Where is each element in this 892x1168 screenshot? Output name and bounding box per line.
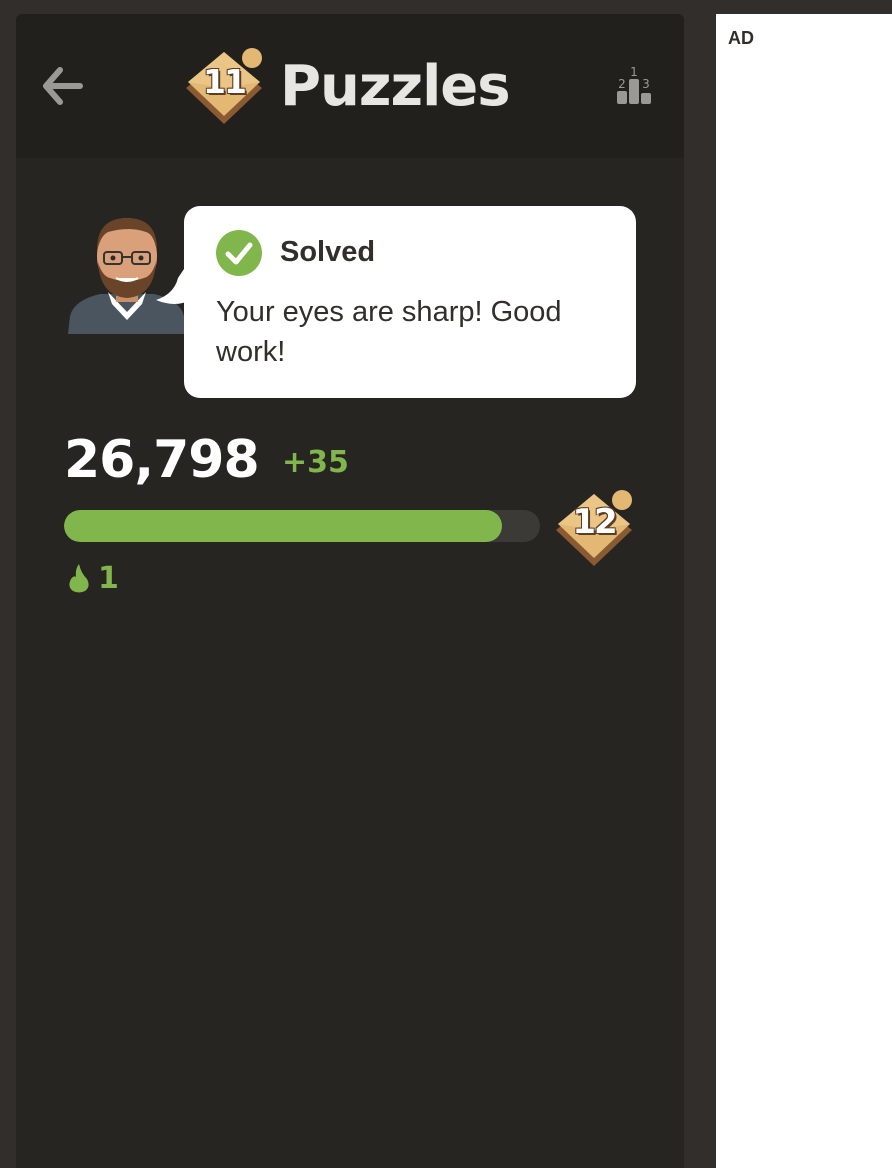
- flame-icon: [69, 564, 89, 593]
- next-level-number: 12: [572, 502, 617, 542]
- streak-count: 1: [98, 560, 119, 596]
- leaderboard-button[interactable]: 2 1 3: [614, 64, 656, 108]
- puzzles-header: 11 Puzzles 2 1 3: [16, 14, 684, 158]
- puzzles-panel: 11 Puzzles 2 1 3 Solved Your eyes are sh…: [16, 14, 684, 1168]
- rating-level-badge: 11: [182, 44, 266, 128]
- coach-message: Your eyes are sharp! Good work!: [216, 296, 562, 368]
- checkmark-circle-icon: [216, 230, 262, 276]
- puzzle-rating: 26,798: [64, 430, 260, 490]
- page-title: Puzzles: [280, 53, 511, 119]
- rating-change: +35: [282, 445, 349, 480]
- puzzle-status-label: Solved: [280, 236, 376, 268]
- podium-label-third: 3: [642, 77, 650, 91]
- podium-label-second: 2: [618, 77, 626, 91]
- arrow-left-icon: [43, 67, 83, 105]
- podium-label-first: 1: [630, 65, 638, 79]
- ad-label: AD: [728, 28, 754, 48]
- back-button[interactable]: [40, 64, 84, 108]
- page-title-group: 11 Puzzles: [182, 44, 511, 128]
- level-progress-fill: [64, 510, 502, 542]
- coach-speech-bubble: Solved Your eyes are sharp! Good work!: [184, 206, 636, 398]
- ad-slot[interactable]: AD: [716, 14, 892, 1168]
- podium-icon: 2 1 3: [617, 65, 651, 104]
- level-progress-bar: [64, 510, 540, 542]
- streak-counter: 1: [68, 560, 119, 596]
- rating-level-number: 11: [203, 62, 247, 101]
- next-level-badge: 12: [552, 486, 640, 570]
